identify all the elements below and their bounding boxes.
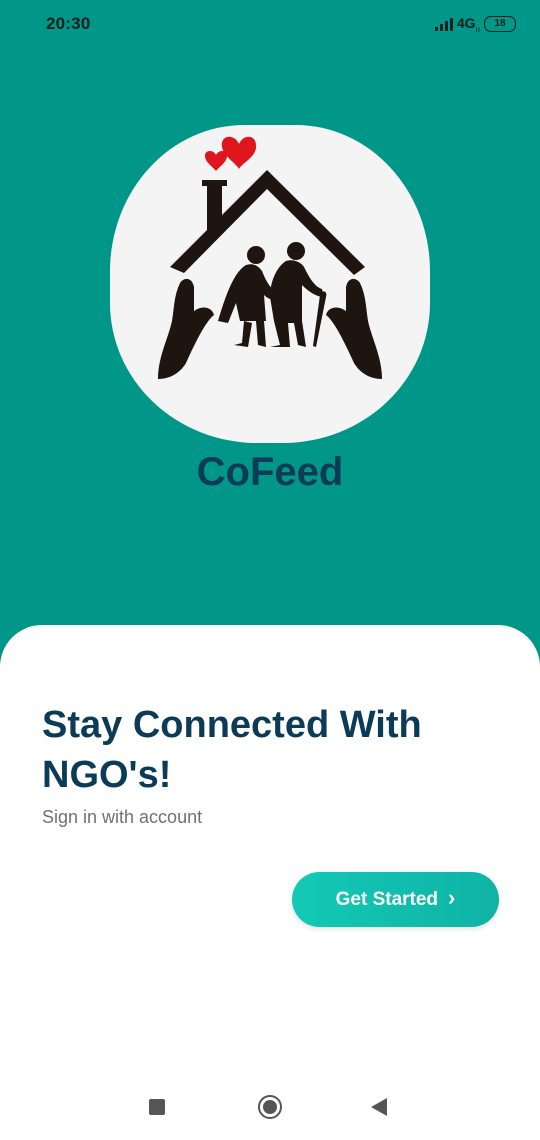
status-indicators: 4Gıı 18 [434, 14, 516, 34]
elderly-care-house-hands-hearts-icon [158, 136, 382, 379]
system-navigation-bar [0, 1080, 540, 1140]
status-bar: 20:30 4Gıı 18 [0, 0, 540, 48]
app-name: CoFeed [196, 450, 344, 494]
battery-icon: 18 [484, 16, 516, 32]
chevron-right-icon: › [448, 885, 456, 910]
get-started-label: Get Started [335, 888, 439, 910]
circle-home-icon[interactable] [258, 1095, 282, 1119]
square-recents-icon[interactable] [149, 1099, 165, 1115]
welcome-subtitle: Sign in with account [42, 807, 203, 827]
app-logo [110, 125, 430, 443]
welcome-headline: Stay Connected With NGO's! [42, 704, 422, 796]
header-background: 20:30 4Gıı 18 CoFeed [0, 0, 540, 690]
status-time: 20:30 [46, 14, 91, 33]
triangle-back-icon[interactable] [371, 1098, 387, 1116]
get-started-button[interactable]: Get Started › [292, 872, 499, 927]
signal-strength-icon [434, 17, 453, 31]
network-type-label: 4Gıı [456, 14, 480, 34]
